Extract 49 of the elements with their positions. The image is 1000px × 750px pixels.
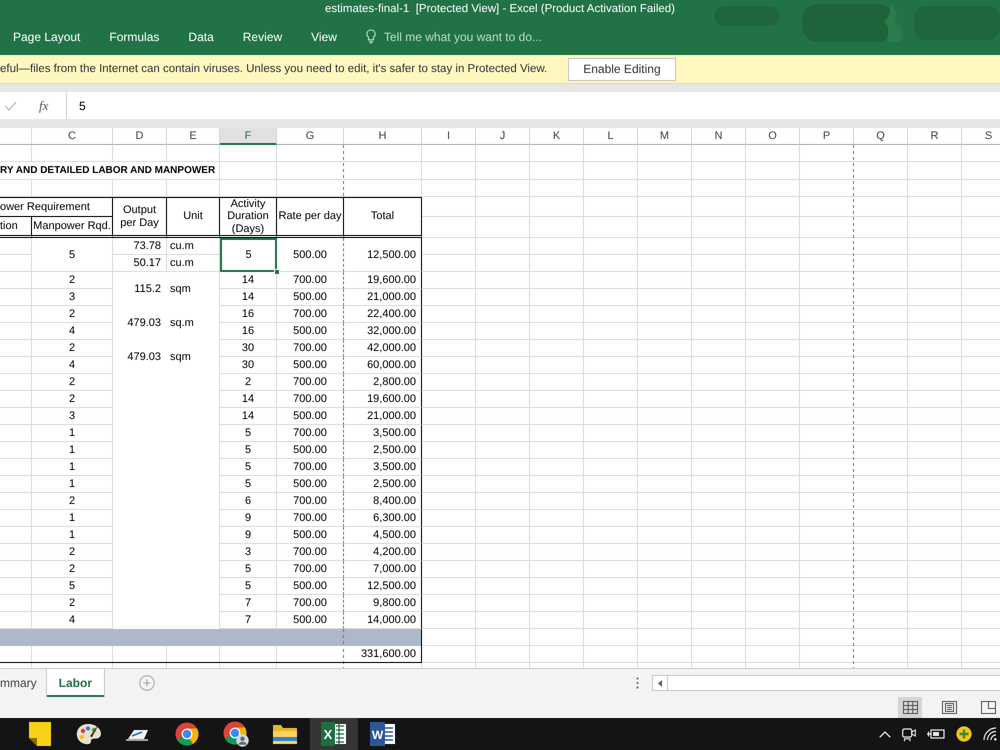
browser-icon: [175, 722, 199, 746]
taskbar-button[interactable]: W: [359, 718, 407, 750]
table-header-cell: ower Requirement: [0, 197, 113, 217]
table-header-cell: Total: [344, 197, 422, 238]
chevron-up-icon[interactable]: [879, 730, 891, 738]
ribbon-tab[interactable]: Page Layout: [13, 30, 80, 44]
pen-icon: [126, 727, 150, 741]
table-header-cell: Manpower Rqd.: [32, 217, 113, 238]
lightbulb-icon: [366, 29, 376, 44]
table-header-cell: Activity Duration (Days): [220, 197, 277, 238]
video-camera-icon[interactable]: [902, 726, 916, 742]
page-layout-icon: [942, 701, 956, 714]
table-header-cell: Rate per day: [277, 197, 344, 238]
ribbon-tab[interactable]: Data: [188, 30, 214, 44]
table-cell: 479.03: [113, 340, 167, 374]
taskbar-button[interactable]: X: [310, 718, 358, 750]
sheet-tab[interactable]: Labor: [46, 669, 106, 697]
table-cell: 12,500.00: [344, 238, 422, 272]
table-cell: 500.00: [277, 238, 344, 272]
view-button[interactable]: [898, 697, 922, 718]
fill-handle[interactable]: [274, 269, 280, 275]
tell-me-field[interactable]: Tell me what you want to do...: [384, 30, 554, 44]
caret-left-icon: [658, 680, 662, 686]
table-header-cell: tion: [0, 217, 32, 238]
selected-cell[interactable]: 5: [220, 238, 277, 272]
table-cell: 115.2: [113, 272, 167, 306]
page-break-icon: [980, 701, 996, 714]
ribbon-tab[interactable]: Review: [242, 30, 282, 44]
check-icon: [4, 100, 17, 110]
wifi-icon[interactable]: [983, 727, 997, 741]
table-header-cell: Output per Day: [113, 197, 167, 238]
ribbon-tab[interactable]: View: [311, 30, 337, 44]
horizontal-scrollbar[interactable]: [652, 675, 1000, 691]
sticky-note-icon: [29, 722, 51, 746]
insert-function-label[interactable]: fx: [39, 98, 48, 114]
palette-icon: [76, 722, 102, 746]
folder-icon: [272, 723, 298, 745]
window-title: estimates-final-1 [Protected View] - Excel (Product Activation Failed): [324, 3, 676, 15]
ribbon-tab[interactable]: Formulas: [109, 30, 160, 44]
protected-view-message: eful—files from the Internet can contain viruses. Unless you need to edit, it's safer to stay in Protected View.: [0, 63, 548, 75]
enable-editing-button[interactable]: Enable Editing: [568, 58, 676, 80]
more-options-icon[interactable]: [636, 677, 639, 689]
browser-profile-icon: [223, 721, 249, 747]
table-header-cell: Unit: [167, 197, 220, 238]
plus-circle-icon[interactable]: [956, 726, 972, 742]
battery-charging-icon[interactable]: [927, 728, 945, 740]
table-cell: 479.03: [113, 306, 167, 340]
column-header[interactable]: F: [220, 128, 277, 145]
grid-icon: [902, 701, 918, 714]
